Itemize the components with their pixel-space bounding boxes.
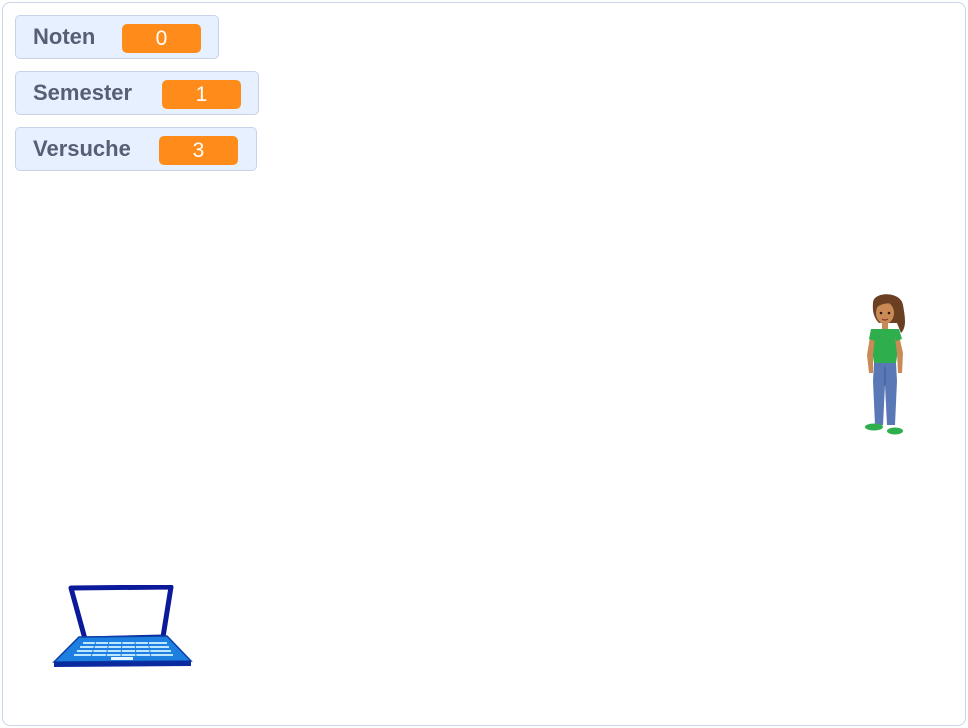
monitor-value: 1: [162, 80, 241, 109]
girl-character-icon[interactable]: [859, 293, 915, 435]
stage[interactable]: Noten 0 Semester 1 Versuche 3: [2, 2, 966, 726]
monitor-value: 3: [159, 136, 238, 165]
laptop-icon[interactable]: [51, 585, 193, 669]
monitor-value: 0: [122, 24, 201, 53]
monitor-label: Versuche: [33, 136, 131, 161]
monitor-versuche: Versuche 3: [15, 127, 257, 171]
monitor-semester: Semester 1: [15, 71, 259, 115]
monitor-label: Semester: [33, 80, 133, 105]
monitor-label: Noten: [33, 24, 96, 49]
monitor-noten: Noten 0: [15, 15, 219, 59]
